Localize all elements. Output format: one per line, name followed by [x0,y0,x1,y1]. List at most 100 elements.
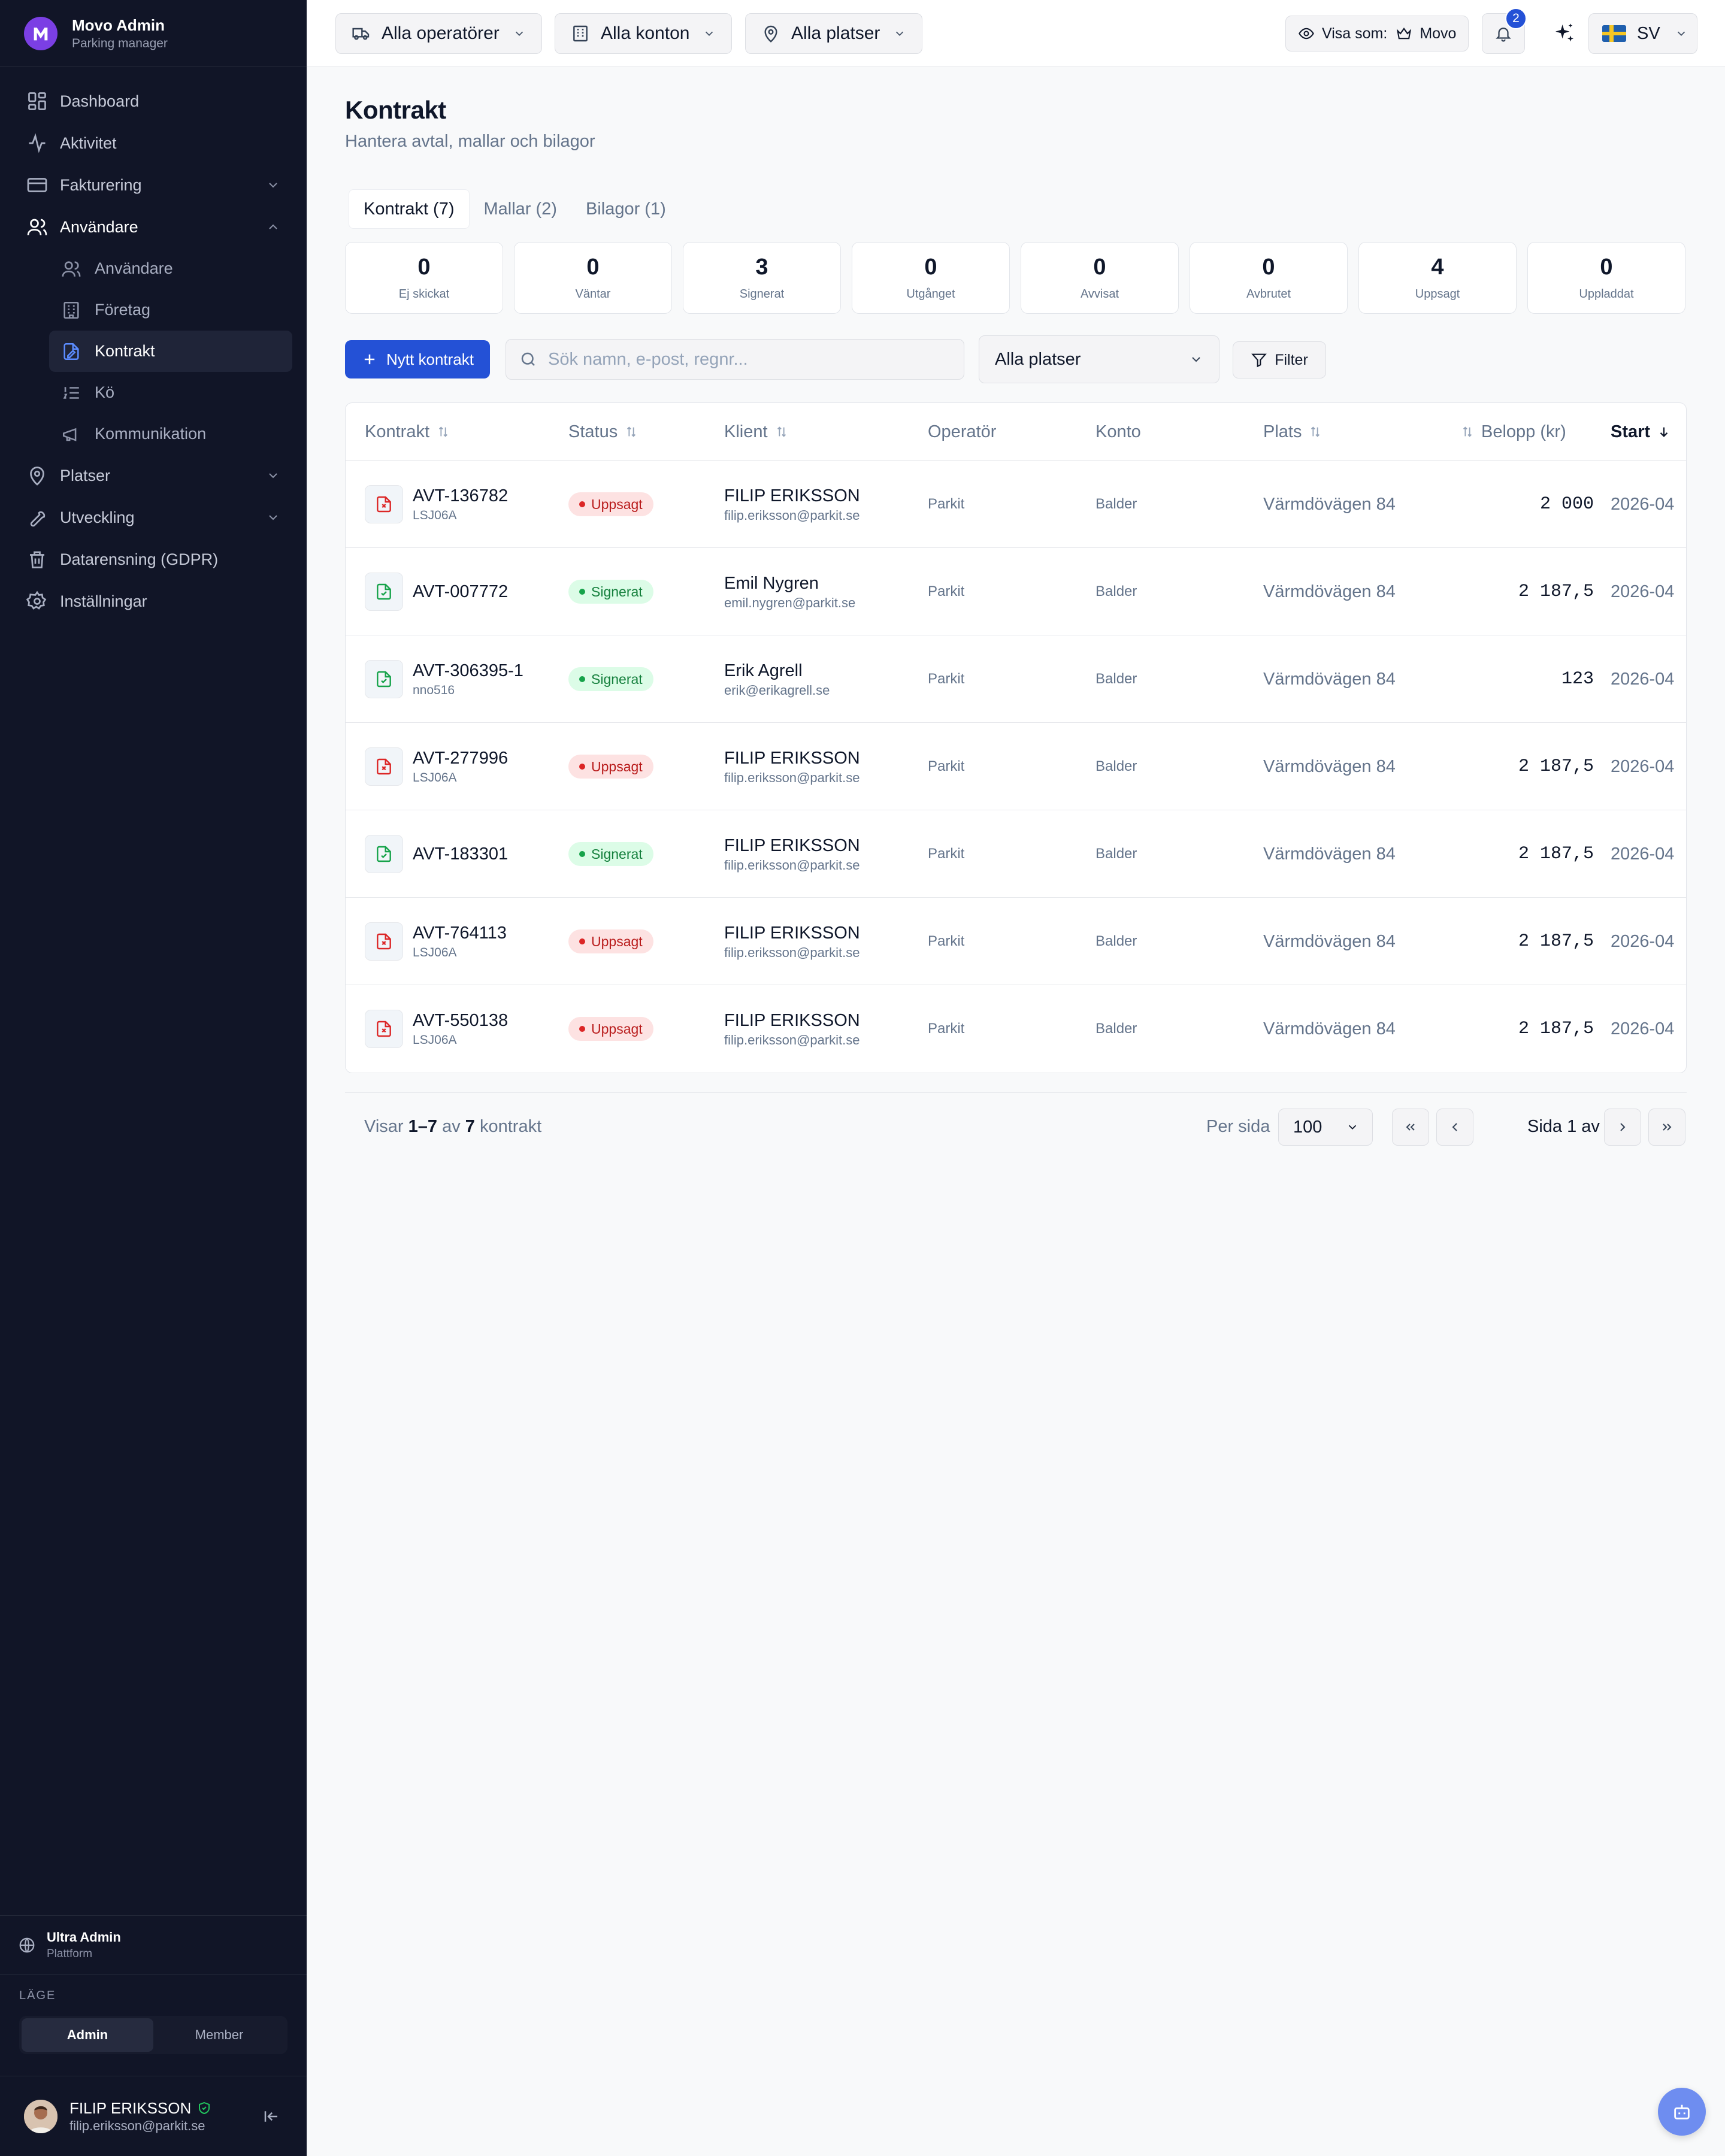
chevron-down-icon [896,31,904,37]
nav-label: Dashboard [60,92,140,110]
notifications-button[interactable]: 2 [1482,8,1527,54]
shield-check-icon [199,2102,210,2114]
mode-admin-button[interactable]: Admin [22,2018,153,2052]
per-page-select[interactable]: 100 [1278,1109,1373,1146]
tab-mallar[interactable]: Mallar (2) [470,189,571,229]
status-label: Signerat [591,583,643,599]
status-label: Signerat [591,671,643,687]
place-value: Värmdövägen 84 [1263,756,1396,776]
prev-page-button[interactable] [1436,1109,1473,1146]
user-profile[interactable]: FILIP ERIKSSON filip.eriksson@parkit.se [0,2076,307,2156]
operator-cell: Parkit [928,985,964,1073]
header-label: Status [568,422,618,441]
collapse-sidebar-icon[interactable] [262,2107,280,2125]
table-row[interactable]: AVT-277996 LSJ06A Uppsagt FILIP ERIKSSON fil… [346,723,1686,810]
place-select[interactable]: Alla platser [745,13,923,54]
nav-item-installningar[interactable]: Inställningar [0,580,307,622]
search-input[interactable] [548,349,931,370]
nav-item-utveckling[interactable]: Utveckling [0,496,307,538]
tab-kontrakt[interactable]: Kontrakt (7) [349,189,470,229]
per-page-label: Per sida [1206,1117,1270,1136]
client-cell: Erik Agrell erik@erikagrell.se [724,635,830,723]
stat-label: Signerat [739,287,785,301]
brand[interactable]: Movo Admin Parking manager [0,0,307,67]
stat-card[interactable]: 0 Väntar [514,242,672,314]
sidebar-item-foretag[interactable]: Företag [0,289,307,331]
mode-member-button[interactable]: Member [153,2018,285,2052]
contract-file-icon [365,835,403,873]
client-email: erik@erikagrell.se [724,683,830,698]
column-header-klient[interactable]: Klient [724,403,788,461]
m-logo-icon [34,27,48,40]
operator-select[interactable]: Alla operatörer [335,13,542,54]
column-header-kontrakt[interactable]: Kontrakt [365,403,450,461]
assistant-chat-button[interactable] [1658,2088,1706,2136]
place-filter-select[interactable]: Alla platser [979,335,1219,383]
table-row[interactable]: AVT-183301 Signerat FILIP ERIKSSON filip.er… [346,810,1686,898]
showing-text: Visar 1–7 av 7 kontrakt [364,1117,541,1137]
sort-icon [627,426,636,437]
table-row[interactable]: AVT-306395-1 nno516 Signerat Erik Agrell eri… [346,635,1686,723]
nav-item-dashboard[interactable]: Dashboard [0,80,307,122]
stat-card[interactable]: 3 Signerat [683,242,841,314]
nav-item-gdpr[interactable]: Datarensning (GDPR) [0,538,307,580]
place-select-label: Alla platser [791,23,880,43]
client-name: FILIP ERIKSSON [724,486,860,505]
sidebar-item-ko[interactable]: Kö [0,372,307,413]
stat-card[interactable]: 0 Utgånget [852,242,1010,314]
sidebar-item-anvandare[interactable]: Användare [0,248,307,289]
table-row[interactable]: AVT-550138 LSJ06A Uppsagt FILIP ERIKSSON fil… [346,985,1686,1073]
contract-cell: AVT-277996 LSJ06A [413,723,508,810]
account-select[interactable]: Alla konton [555,13,733,54]
nav-item-fakturering[interactable]: Fakturering [0,164,307,206]
start-value: 2026-04 [1611,1019,1675,1038]
stat-card[interactable]: 0 Avbrutet [1190,242,1348,314]
nav-label: Företag [95,301,151,319]
filter-button[interactable]: Filter [1233,341,1326,378]
operator-value: Parkit [928,671,965,687]
chevron-down-icon [269,183,277,188]
table-row[interactable]: AVT-136782 LSJ06A Uppsagt FILIP ERIKSSON fil… [346,461,1686,548]
table-row[interactable]: AVT-764113 LSJ06A Uppsagt FILIP ERIKSSON fil… [346,898,1686,985]
status-dot [579,676,585,682]
nav-item-anvandare[interactable]: Användare [0,206,307,248]
sidebar-item-kontrakt[interactable]: Kontrakt [49,331,292,372]
nav-label: Kö [95,383,115,401]
map-pin-icon [30,467,44,486]
next-page-button[interactable] [1604,1109,1641,1146]
filter-label: Filter [1275,351,1308,368]
sidebar-item-kommunikation[interactable]: Kommunikation [0,413,307,455]
last-page-button[interactable] [1648,1109,1685,1146]
tab-bilagor[interactable]: Bilagor (1) [571,189,680,229]
status-label: Uppsagt [591,1021,643,1037]
nav-item-aktivitet[interactable]: Aktivitet [0,122,307,164]
status-label: Uppsagt [591,933,643,949]
stat-card[interactable]: 0 Uppladdat [1527,242,1685,314]
stat-card[interactable]: 0 Avvisat [1021,242,1179,314]
stat-label: Avvisat [1080,287,1119,301]
user-email: filip.eriksson@parkit.se [69,2118,205,2133]
column-header-belopp[interactable]: Belopp (kr) [1461,403,1566,461]
contract-file-icon [365,573,403,611]
wrench-icon [30,511,46,527]
contract-ref: LSJ06A [413,508,457,522]
amount-value: 2 187,5 [1518,756,1594,777]
stat-card[interactable]: 4 Uppsagt [1358,242,1517,314]
column-header-status[interactable]: Status [568,403,638,461]
showing-prefix: Visar [364,1117,404,1136]
column-header-plats[interactable]: Plats [1263,403,1322,461]
new-contract-button[interactable]: Nytt kontrakt [345,340,490,378]
first-page-button[interactable] [1392,1109,1429,1146]
column-header-konto: Konto [1095,403,1141,461]
language-select[interactable]: SV [1588,13,1697,54]
client-name: FILIP ERIKSSON [724,749,860,768]
sparkles-icon[interactable] [1552,22,1576,46]
view-as-button[interactable]: Visa som: Movo [1285,16,1469,52]
stat-card[interactable]: 0 Ej skickat [345,242,503,314]
column-header-start[interactable]: Start [1611,403,1670,461]
org-switcher[interactable]: Ultra Admin Plattform [0,1915,307,1974]
stat-value: 0 [1262,255,1275,280]
table-row[interactable]: AVT-007772 Signerat Emil Nygren emil.nygren… [346,548,1686,635]
account-cell: Balder [1095,635,1137,723]
nav-item-platser[interactable]: Platser [0,455,307,496]
